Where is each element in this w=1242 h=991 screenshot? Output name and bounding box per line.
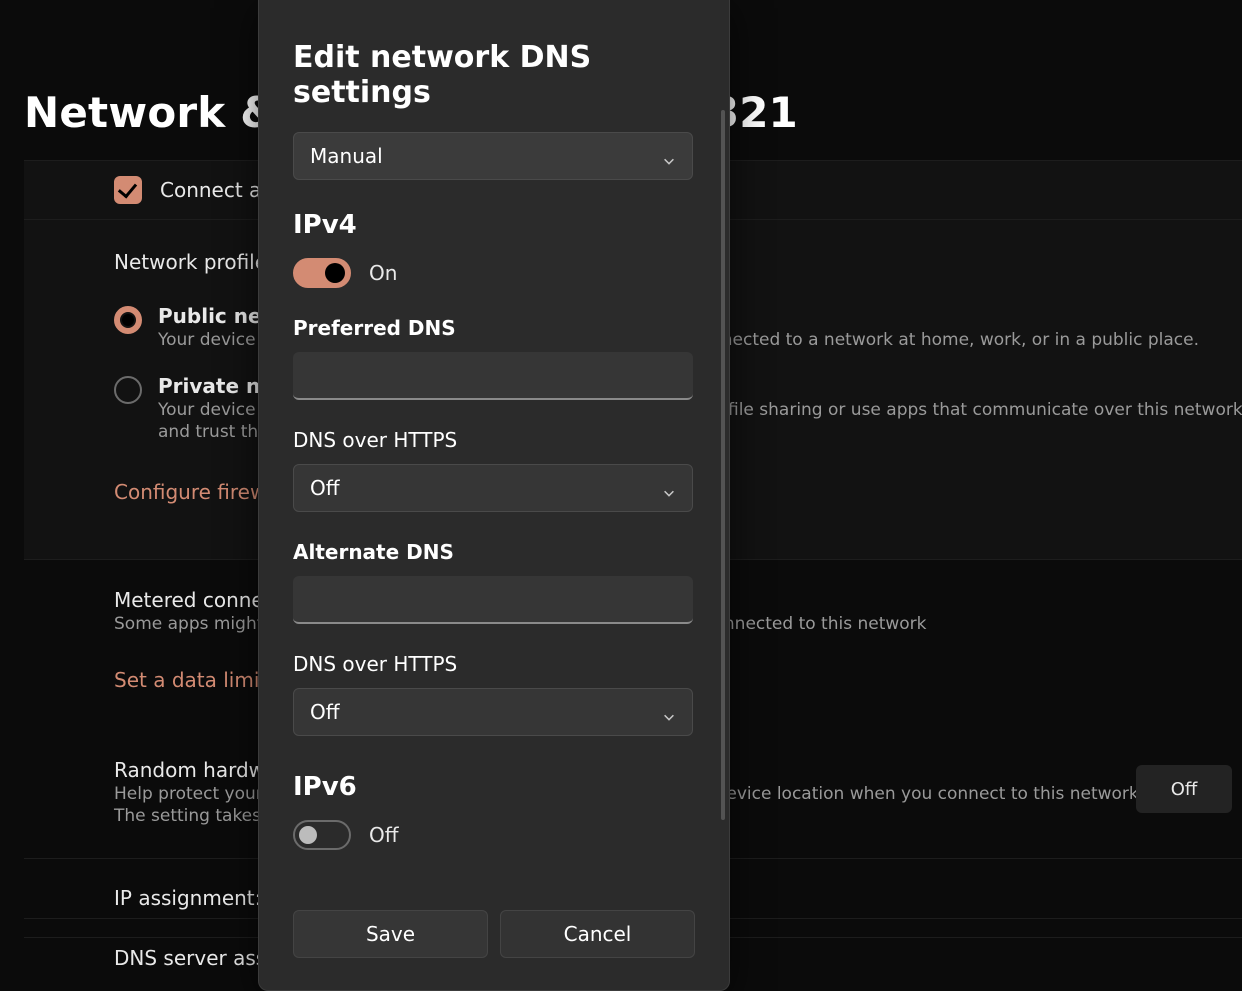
alternate-dns-input[interactable] bbox=[293, 576, 693, 624]
radio-public[interactable] bbox=[114, 306, 142, 334]
ipv6-toggle-label: Off bbox=[369, 823, 399, 847]
mode-dropdown[interactable]: Manual bbox=[293, 132, 693, 180]
save-button[interactable]: Save bbox=[293, 910, 488, 958]
random-hw-dropdown[interactable]: Off bbox=[1136, 765, 1232, 813]
chevron-down-icon bbox=[662, 481, 676, 495]
dialog-title: Edit network DNS settings bbox=[293, 40, 695, 110]
doh-value: Off bbox=[310, 476, 340, 500]
ipv6-toggle[interactable] bbox=[293, 820, 351, 850]
ipv4-heading: IPv4 bbox=[293, 210, 695, 240]
radio-private[interactable] bbox=[114, 376, 142, 404]
alternate-dns-label: Alternate DNS bbox=[293, 540, 695, 564]
doh2-dropdown[interactable]: Off bbox=[293, 688, 693, 736]
chevron-down-icon bbox=[662, 705, 676, 719]
connect-auto-checkbox[interactable] bbox=[114, 176, 142, 204]
dialog-buttons: Save Cancel bbox=[293, 910, 695, 958]
doh2-label: DNS over HTTPS bbox=[293, 652, 695, 676]
ipv4-toggle[interactable] bbox=[293, 258, 351, 288]
preferred-dns-input[interactable] bbox=[293, 352, 693, 400]
doh-dropdown[interactable]: Off bbox=[293, 464, 693, 512]
settings-page: Network & internet 321 Connect automatic… bbox=[0, 0, 1242, 991]
dialog-content: Edit network DNS settings Manual IPv4 On… bbox=[293, 40, 695, 950]
mode-value: Manual bbox=[310, 144, 383, 168]
cancel-button[interactable]: Cancel bbox=[500, 910, 695, 958]
doh2-value: Off bbox=[310, 700, 340, 724]
dialog-scrollbar[interactable] bbox=[721, 110, 725, 820]
ip-assignment-label: IP assignment: bbox=[24, 886, 261, 910]
preferred-dns-label: Preferred DNS bbox=[293, 316, 695, 340]
ipv6-heading: IPv6 bbox=[293, 772, 695, 802]
chevron-down-icon bbox=[662, 149, 676, 163]
doh-label: DNS over HTTPS bbox=[293, 428, 695, 452]
edit-dns-dialog: Edit network DNS settings Manual IPv4 On… bbox=[258, 0, 730, 991]
ipv4-toggle-label: On bbox=[369, 261, 397, 285]
